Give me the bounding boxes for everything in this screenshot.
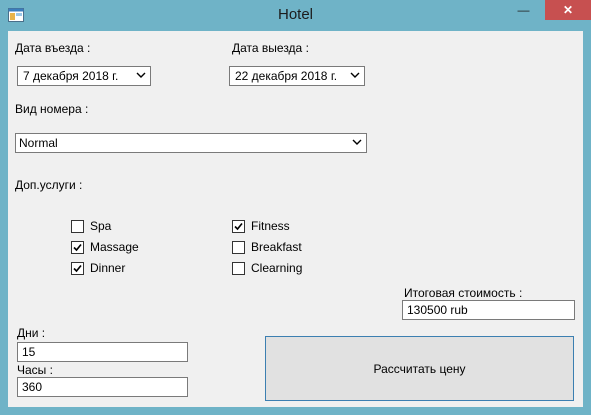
chevron-down-icon [352,139,362,145]
clearning-label[interactable]: Clearning [251,261,302,275]
breakfast-checkbox[interactable] [232,241,245,254]
room-type-label: Вид номера : [15,102,89,116]
minimize-button[interactable]: — [510,0,537,20]
close-button[interactable]: ✕ [545,0,591,20]
title-bar[interactable]: Hotel — ☐ ✕ [0,0,591,31]
form-client-area: Дата въезда : 7 декабря 2018 г. Дата вые… [8,31,583,407]
spa-label[interactable]: Spa [90,219,111,233]
total-cost-label: Итоговая стоимость : [404,286,523,300]
checkmark-icon [234,222,243,231]
spa-checkbox[interactable] [71,220,84,233]
services-label: Доп.услуги : [15,178,83,192]
massage-label[interactable]: Massage [90,240,139,254]
dinner-label[interactable]: Dinner [90,261,125,275]
calculate-price-button[interactable]: Рассчитать цену [265,336,574,401]
days-field[interactable]: 15 [17,342,188,362]
total-cost-value: 130500 rub [407,303,468,317]
hours-value: 360 [22,380,43,394]
days-value: 15 [22,345,36,359]
checkmark-icon [73,243,82,252]
hours-label: Часы : [17,363,53,377]
checkout-date-picker[interactable]: 22 декабря 2018 г. [229,66,365,86]
hours-field[interactable]: 360 [17,377,188,397]
total-cost-field[interactable]: 130500 rub [402,300,575,320]
clearning-checkbox[interactable] [232,262,245,275]
checkin-date-value: 7 декабря 2018 г. [23,69,119,83]
chevron-down-icon [136,72,146,78]
checkin-label: Дата въезда : [15,41,91,55]
checkout-date-value: 22 декабря 2018 г. [235,69,338,83]
dinner-checkbox[interactable] [71,262,84,275]
window-title: Hotel [277,6,314,23]
fitness-label[interactable]: Fitness [251,219,290,233]
checkmark-icon [73,264,82,273]
days-label: Дни : [17,326,46,340]
fitness-checkbox[interactable] [232,220,245,233]
massage-checkbox[interactable] [71,241,84,254]
room-type-select[interactable]: Normal [15,133,367,153]
checkin-date-picker[interactable]: 7 декабря 2018 г. [17,66,151,86]
breakfast-label[interactable]: Breakfast [251,240,302,254]
chevron-down-icon [350,72,360,78]
app-window: Hotel — ☐ ✕ Дата въезда : 7 декабря 2018… [0,0,591,415]
room-type-value: Normal [19,136,58,150]
checkout-label: Дата выезда : [232,41,309,55]
